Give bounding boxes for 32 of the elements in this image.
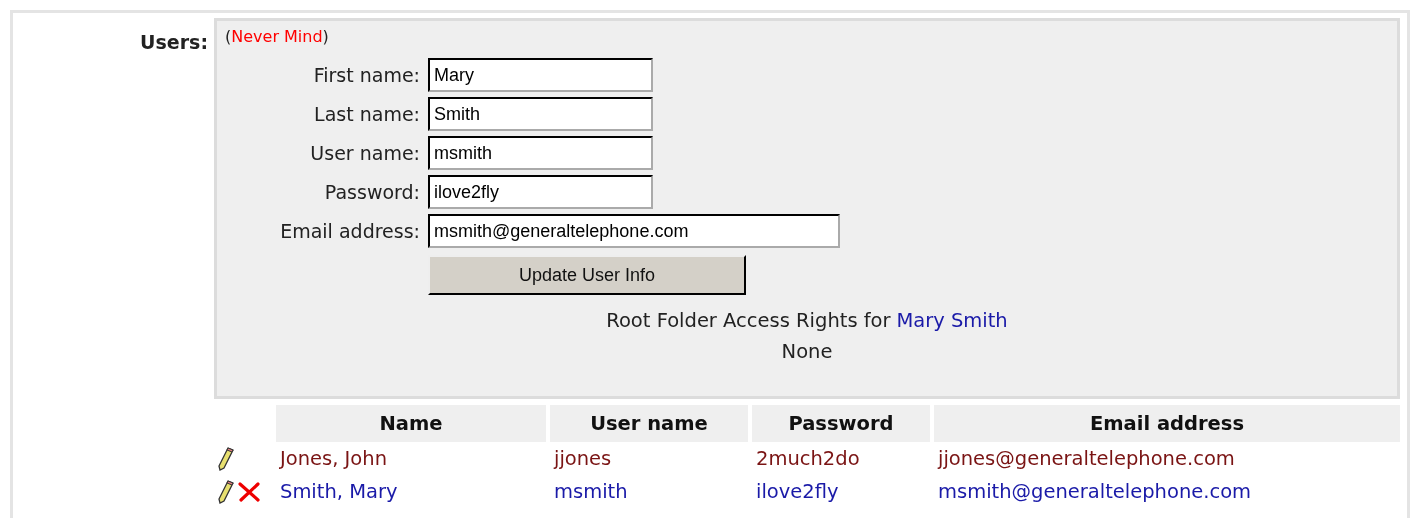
section-label: Users: (140, 31, 208, 53)
table-cell[interactable]: ilove2fly (756, 480, 839, 503)
pencil-icon[interactable] (218, 479, 234, 504)
field-label: Email address: (279, 220, 420, 242)
field-label: First name: (312, 64, 420, 86)
table-cell[interactable]: Jones, John (280, 447, 387, 470)
table-cell[interactable]: 2much2do (756, 447, 860, 470)
paren: ( (225, 27, 232, 46)
field-label: User name: (309, 142, 420, 164)
table-cell[interactable]: msmith (554, 480, 628, 503)
delete-x-icon[interactable] (238, 481, 260, 502)
column-header: Email address (934, 405, 1400, 442)
text-field[interactable]: msmith@generaltelephone.com (428, 214, 840, 248)
text-field[interactable]: msmith (428, 136, 653, 170)
text-field[interactable]: ilove2fly (428, 175, 653, 209)
table-cell[interactable]: msmith@generaltelephone.com (938, 480, 1252, 503)
column-header: Name (276, 405, 546, 442)
field-label: Last name: (313, 103, 420, 125)
text-field[interactable]: Mary (428, 58, 653, 92)
table-cell[interactable]: jjones@generaltelephone.com (938, 447, 1235, 470)
update-button[interactable]: Update User Info (428, 255, 746, 295)
access-rights-text: Root Folder Access Rights for (606, 309, 891, 332)
access-rights-value: None (781, 340, 833, 363)
table-cell[interactable]: jjones (554, 447, 612, 470)
text-field[interactable]: Smith (428, 97, 653, 131)
column-header: User name (550, 405, 748, 442)
field-label: Password: (323, 181, 420, 203)
pencil-icon[interactable] (218, 446, 234, 471)
paren: ) (322, 27, 329, 46)
column-header: Password (752, 405, 930, 442)
user-link[interactable]: Mary Smith (896, 309, 1008, 332)
table-cell[interactable]: Smith, Mary (280, 480, 398, 503)
